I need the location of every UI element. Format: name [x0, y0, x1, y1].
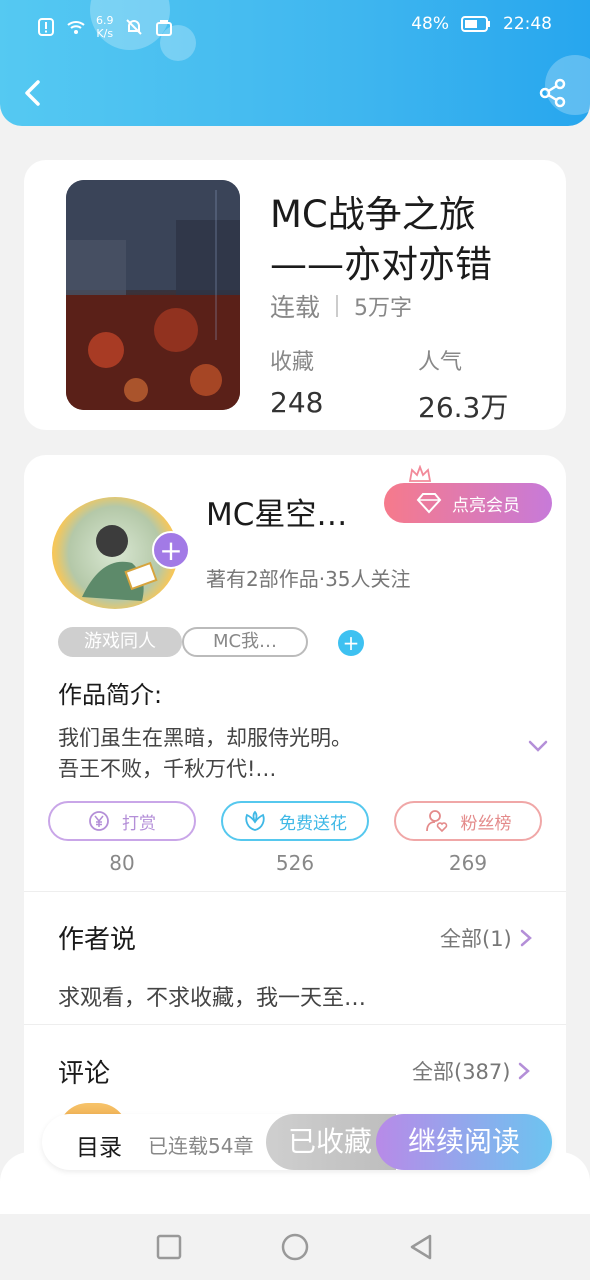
vip-button[interactable]: 点亮会员	[384, 465, 552, 523]
intro-heading: 作品简介:	[58, 681, 163, 709]
author-stats: 著有2部作品·35人关注	[206, 567, 411, 591]
divider	[24, 1024, 566, 1025]
book-title: MC战争之旅 ——亦对亦错	[270, 193, 492, 286]
battery-icon	[461, 16, 490, 32]
chapter-count: 已连载54章	[148, 1134, 254, 1158]
comments-heading: 评论	[58, 1059, 111, 1089]
top-header: 6.9 K/s 48% 22:48	[0, 0, 590, 126]
book-meta: 连载 5万字	[270, 288, 412, 324]
clock: 22:48	[503, 14, 552, 34]
system-back-icon[interactable]	[406, 1232, 436, 1262]
author-avatar-area[interactable]: +	[44, 493, 194, 609]
favorites-label: 收藏	[270, 350, 315, 375]
chevron-right-icon	[519, 1062, 531, 1080]
meta-divider	[336, 295, 339, 317]
reading-action-bar: 目录 已连载54章 已收藏 继续阅读	[42, 1114, 552, 1170]
status-bar: 6.9 K/s 48% 22:48	[0, 12, 590, 42]
comments-more-label: 全部(387)	[412, 1060, 511, 1084]
add-tag-button[interactable]: +	[338, 630, 364, 656]
catalog-button[interactable]: 目录	[76, 1128, 122, 1162]
word-count: 5万字	[354, 296, 413, 321]
battery-percent: 48%	[411, 14, 449, 34]
author-notes-more-label: 全部(1)	[440, 927, 512, 951]
book-info-card: MC战争之旅 ——亦对亦错 连载 5万字 收藏 248 人气 26.3万	[24, 160, 566, 430]
continue-reading-button[interactable]: 继续阅读	[376, 1114, 552, 1170]
author-notes-heading: 作者说	[58, 925, 137, 955]
yen-coin-icon	[89, 811, 109, 831]
free-flower-button[interactable]: 免费送花	[221, 801, 369, 841]
free-flower-label: 免费送花	[279, 813, 347, 834]
tip-label: 打赏	[122, 813, 156, 834]
cover-art	[66, 180, 240, 410]
bag-icon	[155, 20, 172, 36]
recent-apps-icon[interactable]	[154, 1232, 184, 1262]
vip-label: 点亮会员	[452, 495, 520, 516]
serial-status: 连载	[270, 293, 321, 322]
network-speed: 6.9 K/s	[96, 14, 114, 40]
chevron-down-icon[interactable]	[528, 739, 548, 753]
flower-count: 526	[275, 851, 315, 875]
popularity-label: 人气	[418, 350, 463, 375]
alert-icon	[38, 18, 54, 36]
favorites-value: 248	[270, 386, 324, 419]
comments-more[interactable]: 全部(387)	[412, 1056, 531, 1086]
mute-bell-icon	[125, 19, 142, 35]
chevron-right-icon	[520, 929, 532, 947]
wifi-icon	[67, 21, 85, 34]
follow-plus-button[interactable]: +	[152, 531, 190, 569]
author-name[interactable]: MC星空…	[206, 489, 347, 534]
tag-mc[interactable]: MC我…	[182, 627, 308, 657]
share-icon[interactable]	[538, 78, 568, 108]
tip-button[interactable]: 打赏	[48, 801, 196, 841]
tag-game-fanfic[interactable]: 游戏同人	[58, 627, 182, 657]
popularity-value: 26.3万	[418, 391, 509, 424]
tip-count: 80	[109, 851, 135, 875]
intro-text[interactable]: 我们虽生在黑暗，却服侍光明。 吾王不败，千秋万代!…	[58, 723, 498, 785]
fan-count: 269	[448, 851, 488, 875]
author-notes-more[interactable]: 全部(1)	[440, 923, 532, 953]
back-arrow-icon[interactable]	[18, 76, 48, 110]
user-heart-icon	[425, 810, 447, 833]
divider	[24, 891, 566, 892]
flower-icon	[245, 810, 265, 831]
crown-icon	[408, 465, 432, 482]
home-icon[interactable]	[280, 1232, 310, 1262]
author-note-preview[interactable]: 求观看，不求收藏，我一天至…	[58, 980, 366, 1012]
fan-ranking-label: 粉丝榜	[460, 813, 512, 834]
diamond-icon	[416, 493, 442, 514]
system-nav-bar	[0, 1214, 590, 1280]
book-cover-image[interactable]	[66, 180, 240, 410]
fan-ranking-button[interactable]: 粉丝榜	[394, 801, 542, 841]
